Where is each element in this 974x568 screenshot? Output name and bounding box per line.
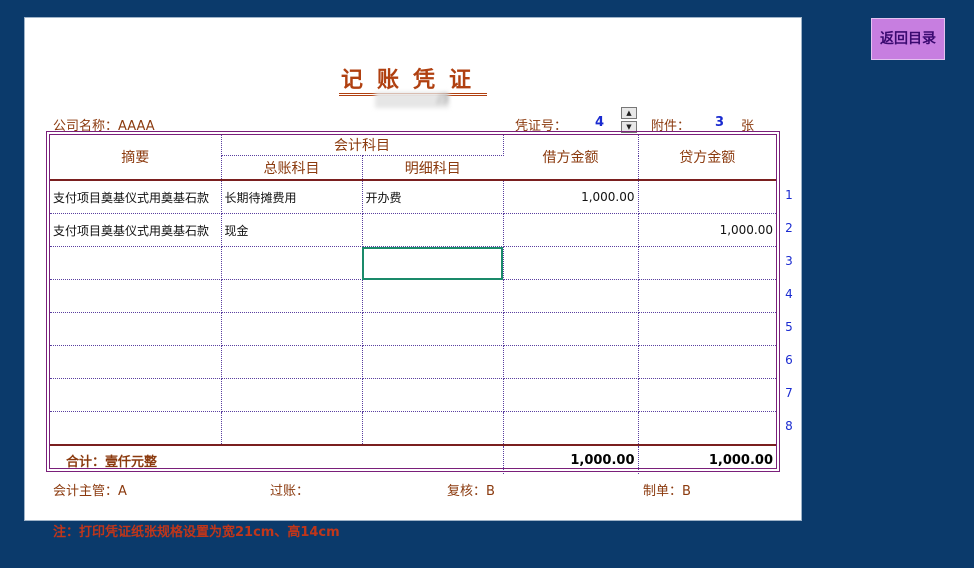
- attachment-label: 附件：: [651, 119, 691, 134]
- total-credit: 1,000.00: [638, 444, 776, 474]
- cell-credit[interactable]: [638, 180, 776, 214]
- cell-debit[interactable]: [503, 246, 639, 280]
- table-row: [50, 345, 776, 379]
- row-number: 4: [785, 287, 793, 301]
- header-credit: 贷方金额: [638, 135, 776, 181]
- table-row: 支付项目奠基仪式用奠基石款 现金 1,000.00: [50, 213, 776, 247]
- voucher-date: /3: [375, 92, 449, 108]
- spinner-up-icon[interactable]: ▲: [621, 107, 637, 119]
- cell-summary[interactable]: [50, 279, 222, 313]
- cell-general-account[interactable]: [221, 312, 363, 346]
- table-row: 支付项目奠基仪式用奠基石款 长期待摊费用 开办费 1,000.00: [50, 180, 776, 214]
- cell-general-account[interactable]: 长期待摊费用: [221, 180, 363, 214]
- cell-general-account[interactable]: [221, 378, 363, 412]
- cell-summary[interactable]: [50, 411, 222, 446]
- row-number: 6: [785, 353, 793, 367]
- cell-detail-account[interactable]: [362, 246, 504, 280]
- table-row: [50, 312, 776, 346]
- voucher-table: 摘要 会计科目 借方金额 贷方金额 总账科目 明细科目 支付项目奠基仪式用奠基石…: [50, 135, 776, 474]
- cell-debit[interactable]: 1,000.00: [503, 180, 639, 214]
- signature-supervisor: 会计主管：A: [53, 484, 127, 499]
- cell-general-account[interactable]: [221, 345, 363, 379]
- voucher-paper: 记账凭证 /3 公司名称：AAAA 凭证号： 4 ▲ ▼ 附件： 3 张 摘要 …: [24, 17, 802, 521]
- cell-credit[interactable]: [638, 279, 776, 313]
- header-summary: 摘要: [50, 135, 222, 181]
- row-number: 8: [785, 419, 793, 433]
- cell-debit[interactable]: [503, 345, 639, 379]
- cell-summary[interactable]: [50, 345, 222, 379]
- voucher-no-value[interactable]: 4: [595, 115, 604, 130]
- header-debit: 借方金额: [503, 135, 639, 181]
- cell-detail-account[interactable]: [362, 411, 504, 446]
- cell-credit[interactable]: [638, 312, 776, 346]
- cell-debit[interactable]: [503, 213, 639, 247]
- cell-credit[interactable]: [638, 378, 776, 412]
- cell-summary[interactable]: [50, 246, 222, 280]
- table-row: [50, 378, 776, 412]
- company-label: 公司名称：AAAA: [53, 119, 155, 134]
- cell-general-account[interactable]: [221, 246, 363, 280]
- table-row: [50, 279, 776, 313]
- cell-detail-account[interactable]: [362, 345, 504, 379]
- spinner-down-icon[interactable]: ▼: [621, 121, 637, 133]
- voucher-no-label: 凭证号：: [515, 119, 568, 134]
- cell-general-account[interactable]: 现金: [221, 213, 363, 247]
- cell-credit[interactable]: [638, 345, 776, 379]
- signature-prepared: 制单：B: [643, 484, 691, 499]
- attachment-unit: 张: [741, 119, 755, 134]
- table-row: [50, 411, 776, 446]
- total-debit: 1,000.00: [503, 444, 639, 474]
- row-numbers: 1 2 3 4 5 6 7 8: [781, 188, 797, 452]
- total-label: 合计：壹仟元整: [50, 444, 504, 474]
- company-name: AAAA: [118, 119, 155, 134]
- attachment-count[interactable]: 3: [715, 115, 724, 130]
- row-number: 5: [785, 320, 793, 334]
- header-account-group: 会计科目: [221, 135, 504, 157]
- total-row: 合计：壹仟元整 1,000.00 1,000.00: [50, 444, 776, 474]
- signature-review: 复核：B: [447, 484, 495, 499]
- cell-detail-account[interactable]: [362, 378, 504, 412]
- back-to-menu-button[interactable]: 返回目录: [871, 18, 945, 60]
- voucher-table-frame: 摘要 会计科目 借方金额 贷方金额 总账科目 明细科目 支付项目奠基仪式用奠基石…: [46, 131, 780, 474]
- cell-credit[interactable]: 1,000.00: [638, 213, 776, 247]
- row-number: 7: [785, 386, 793, 400]
- cell-debit[interactable]: [503, 279, 639, 313]
- cell-credit[interactable]: [638, 246, 776, 280]
- cell-debit[interactable]: [503, 411, 639, 446]
- voucher-no-spinner[interactable]: ▲ ▼: [621, 107, 637, 133]
- signature-posting: 过账：: [270, 484, 310, 499]
- row-number: 2: [785, 221, 793, 235]
- cell-summary[interactable]: 支付项目奠基仪式用奠基石款: [50, 213, 222, 247]
- table-row: [50, 246, 776, 280]
- print-note: 注：打印凭证纸张规格设置为宽21cm、高14cm: [53, 525, 340, 540]
- row-number: 1: [785, 188, 793, 202]
- cell-debit[interactable]: [503, 378, 639, 412]
- cell-summary[interactable]: [50, 312, 222, 346]
- cell-debit[interactable]: [503, 312, 639, 346]
- cell-detail-account[interactable]: [362, 213, 504, 247]
- cell-general-account[interactable]: [221, 279, 363, 313]
- cell-detail-account[interactable]: [362, 312, 504, 346]
- cell-credit[interactable]: [638, 411, 776, 446]
- cell-detail-account[interactable]: 开办费: [362, 180, 504, 214]
- row-number: 3: [785, 254, 793, 268]
- cell-summary[interactable]: 支付项目奠基仪式用奠基石款: [50, 180, 222, 214]
- cell-detail-account[interactable]: [362, 279, 504, 313]
- header-detail-account: 明细科目: [362, 155, 503, 182]
- voucher-title: 记账凭证: [25, 62, 801, 96]
- cell-general-account[interactable]: [221, 411, 363, 446]
- cell-summary[interactable]: [50, 378, 222, 412]
- header-general-account: 总账科目: [221, 155, 363, 182]
